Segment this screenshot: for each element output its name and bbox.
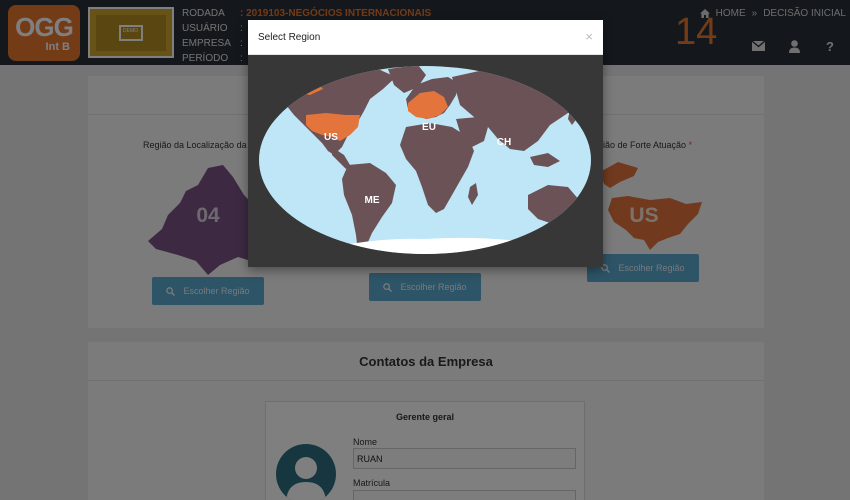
modal-body: US EU CH ME <box>248 55 603 267</box>
modal-header: Select Region × <box>248 20 603 55</box>
region-label-us[interactable]: US <box>324 132 338 143</box>
antarctica <box>268 237 588 254</box>
modal-title: Select Region <box>258 32 321 43</box>
new-zealand <box>584 219 591 235</box>
region-label-ch[interactable]: CH <box>497 137 511 148</box>
region-label-eu[interactable]: EU <box>422 122 436 133</box>
region-label-me[interactable]: ME <box>365 195 380 206</box>
close-icon[interactable]: × <box>585 29 593 44</box>
select-region-modal: Select Region × US EU CH ME <box>248 20 603 267</box>
world-map: US EU CH ME <box>259 66 591 254</box>
